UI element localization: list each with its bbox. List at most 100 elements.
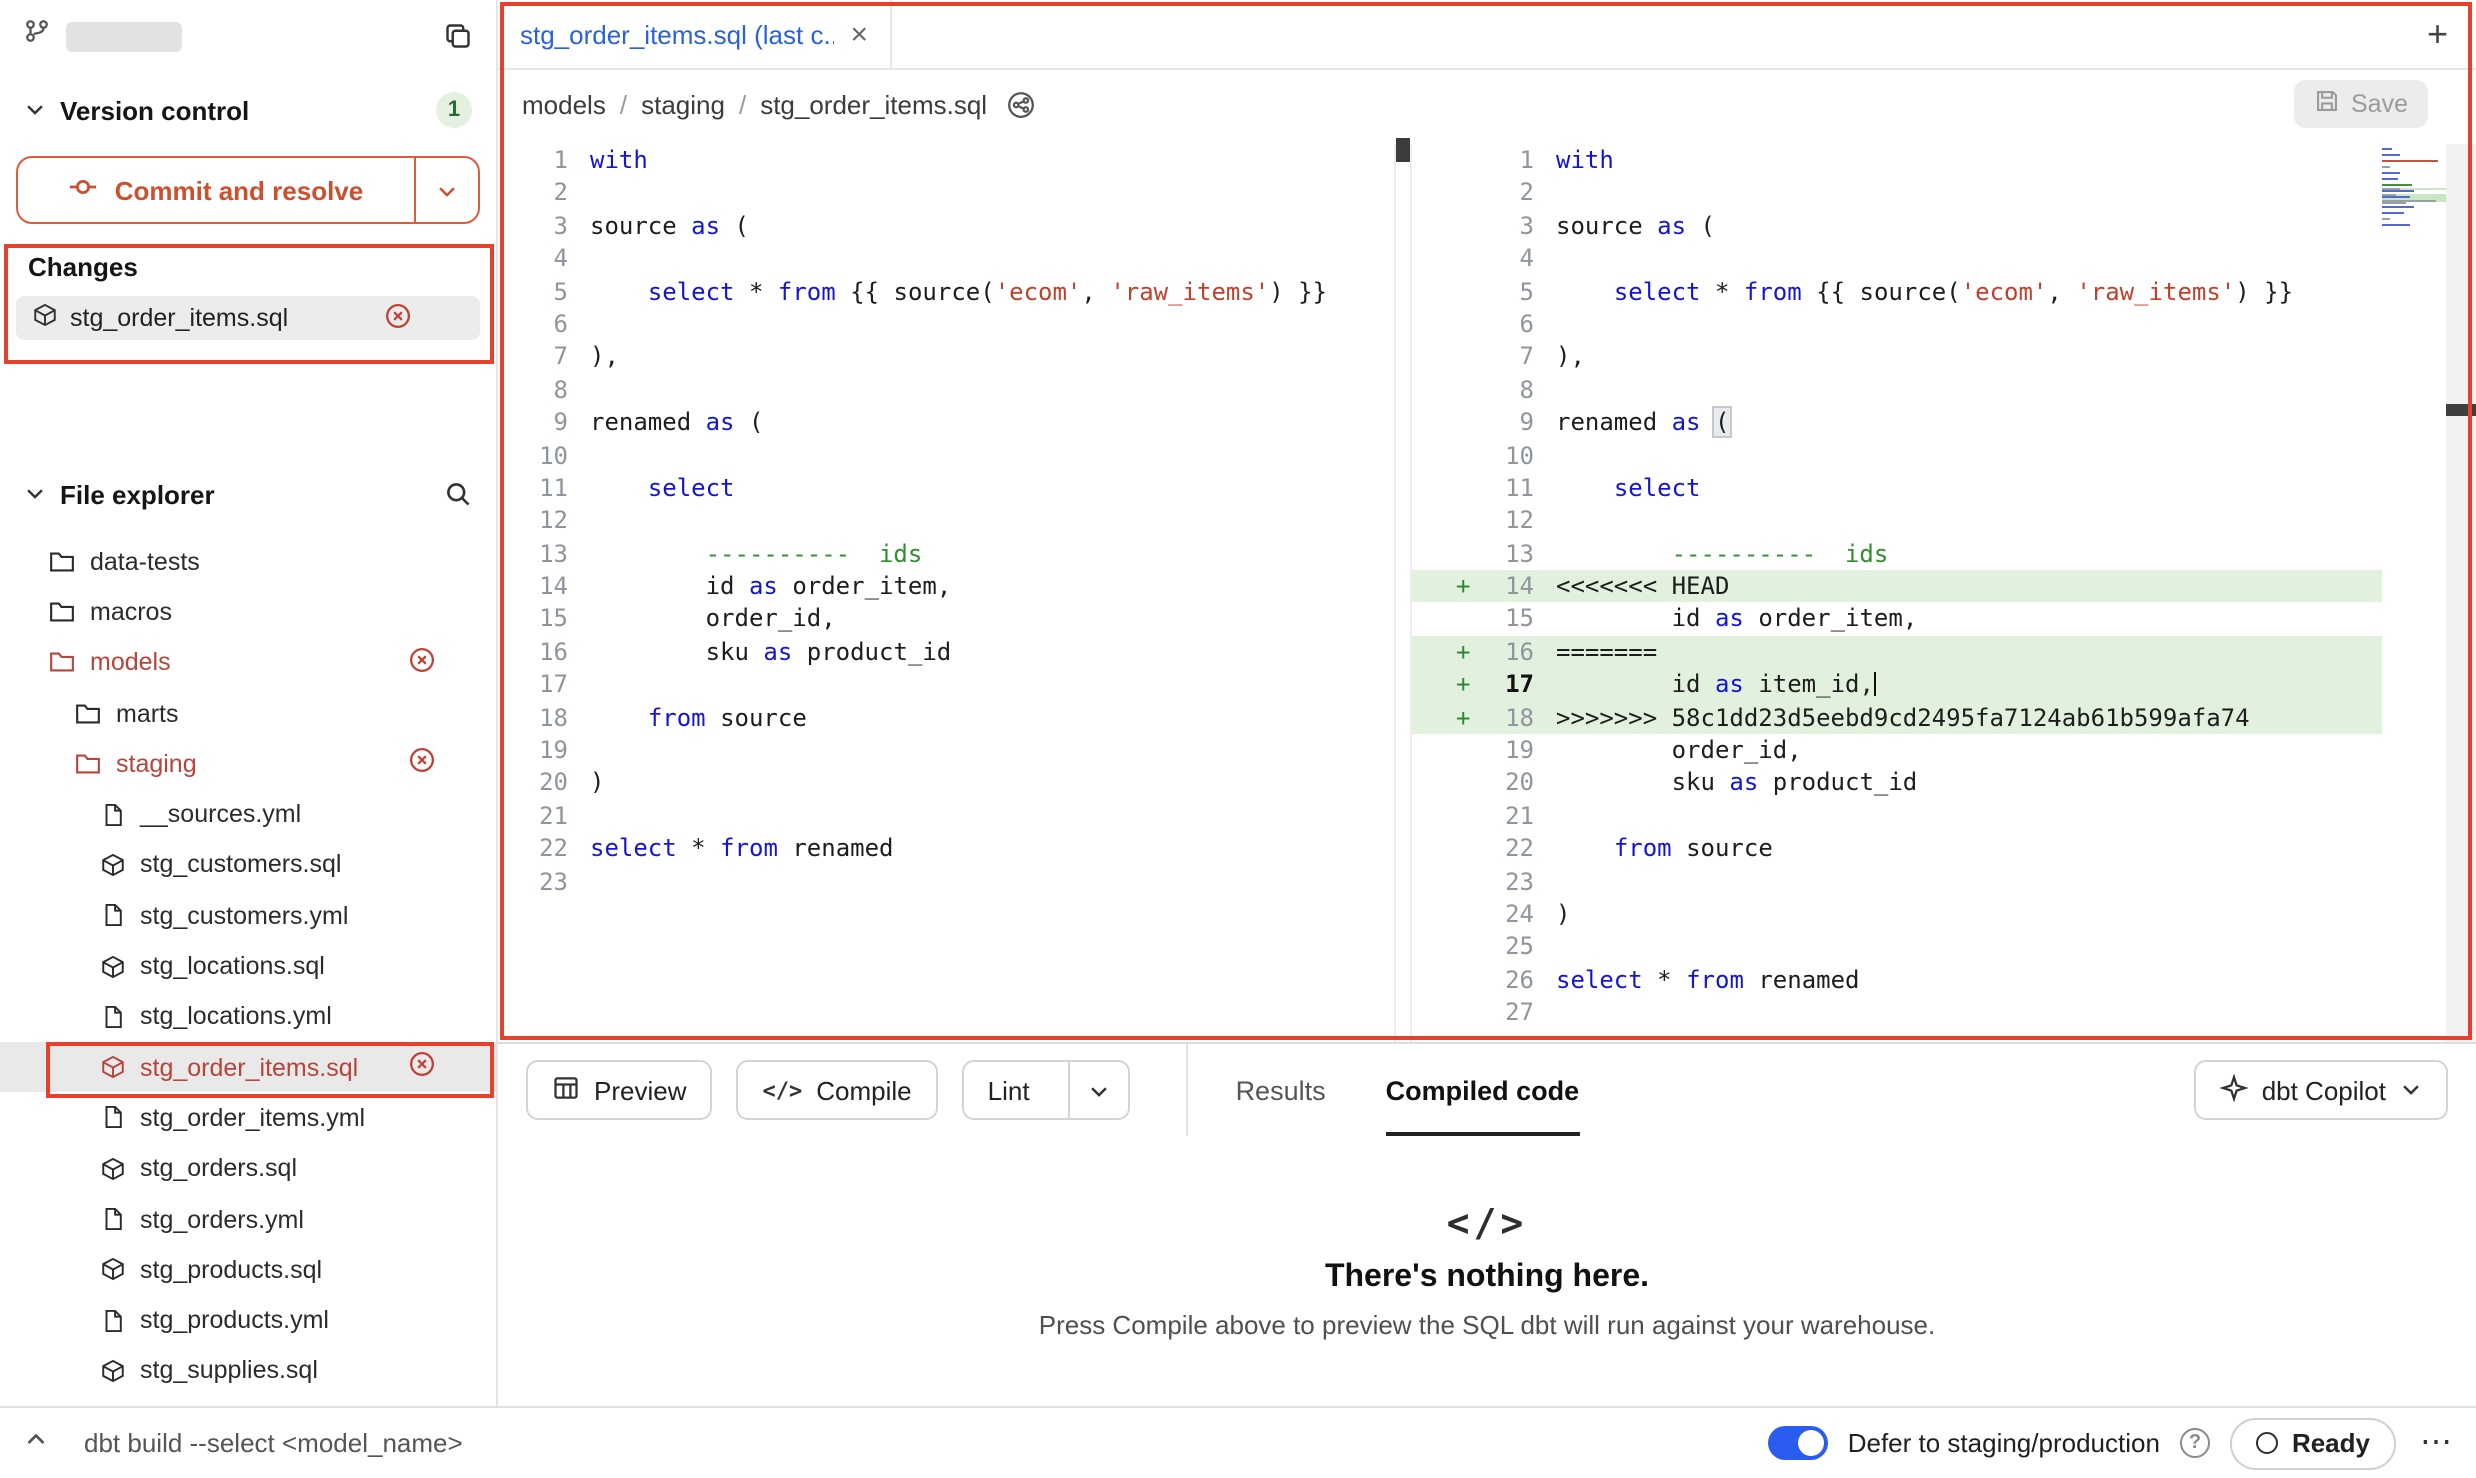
code-line[interactable]: 17 [498,669,1394,702]
ready-status-button[interactable]: Ready [2230,1417,2396,1469]
code-line[interactable]: 19 order_id, [1412,734,2382,767]
save-button[interactable]: Save [2293,80,2428,128]
diff-editor-left-pane[interactable]: 1with23source as (45 select * from {{ so… [498,144,1394,1042]
file-explorer-header[interactable]: File explorer [0,464,496,524]
file-tree-item-models[interactable]: models [0,637,496,688]
code-line[interactable]: 8 [498,373,1394,406]
code-line[interactable]: 21 [1412,800,2382,833]
code-line[interactable]: 26select * from renamed [1412,964,2382,997]
code-line[interactable]: 6 [1412,308,2382,341]
breadcrumb-staging[interactable]: staging [641,89,725,119]
code-line[interactable]: 27 [1412,996,2382,1029]
tab-compiled-code[interactable]: Compiled code [1386,1044,1580,1136]
help-icon[interactable]: ? [2180,1428,2210,1458]
code-line[interactable]: +18>>>>>>> 58c1dd23d5eebd9cd2495fa7124ab… [1412,701,2382,734]
code-line[interactable]: 18 from source [498,701,1394,734]
compile-button[interactable]: </> Compile [737,1060,938,1120]
x-circle-icon[interactable] [408,1050,436,1084]
file-tree-item-staging[interactable]: staging [0,738,496,789]
file-tree-item-stg_order_items.yml[interactable]: stg_order_items.yml [0,1093,496,1144]
code-line[interactable]: 4 [1412,242,2382,275]
code-line[interactable]: 24) [1412,898,2382,931]
minimap[interactable] [2382,144,2446,1042]
commit-and-resolve-button[interactable]: Commit and resolve [16,156,480,224]
tab-stg-order-items[interactable]: stg_order_items.sql (last c... × [498,0,892,68]
code-line[interactable]: 1with [498,144,1394,177]
git-branch-icon[interactable] [24,18,50,54]
file-tree-item-stg_customers.yml[interactable]: stg_customers.yml [0,890,496,941]
code-line[interactable]: 3source as ( [1412,210,2382,243]
code-line[interactable]: 22select * from renamed [498,832,1394,865]
code-line[interactable]: 14 id as order_item, [498,570,1394,603]
changed-file-row[interactable]: stg_order_items.sql [16,296,480,340]
code-line[interactable]: 12 [1412,505,2382,538]
commit-dropdown-caret[interactable] [414,158,478,222]
diff-editor-right-pane[interactable]: 1with23source as (45 select * from {{ so… [1412,144,2382,1042]
pane-separator[interactable] [1394,144,1412,1042]
code-line[interactable]: 23 [1412,865,2382,898]
left-pane-scroll-thumb[interactable] [1396,138,1410,162]
code-line[interactable]: 9renamed as ( [498,406,1394,439]
code-line[interactable]: 4 [498,242,1394,275]
x-circle-icon[interactable] [408,747,436,781]
file-tree-item-stg_locations.yml[interactable]: stg_locations.yml [0,991,496,1042]
code-line[interactable]: 9renamed as ( [1412,406,2382,439]
code-line[interactable]: 3source as ( [498,210,1394,243]
file-tree-item-stg_products.yml[interactable]: stg_products.yml [0,1295,496,1346]
file-tree-item-stg_orders.sql[interactable]: stg_orders.sql [0,1143,496,1194]
defer-toggle[interactable] [1768,1426,1828,1460]
code-line[interactable]: 2 [1412,177,2382,210]
file-tree-item-macros[interactable]: macros [0,587,496,638]
editor-scrollbar[interactable] [2446,144,2476,1042]
command-input[interactable]: dbt build --select <model_name> [84,1428,463,1458]
new-tab-plus-icon[interactable]: + [2427,16,2448,52]
copy-icon[interactable] [444,22,472,50]
file-tree-item-marts[interactable]: marts [0,688,496,739]
code-line[interactable]: 6 [498,308,1394,341]
code-line[interactable]: 21 [498,800,1394,833]
code-line[interactable]: 12 [498,505,1394,538]
code-line[interactable]: 11 select [498,472,1394,505]
code-line[interactable]: 11 select [1412,472,2382,505]
close-icon[interactable]: × [850,19,868,49]
code-line[interactable]: 23 [498,865,1394,898]
code-line[interactable]: 19 [498,734,1394,767]
code-line[interactable]: 1with [1412,144,2382,177]
editor-scrollbar-thumb[interactable] [2446,404,2476,416]
code-line[interactable]: +16======= [1412,636,2382,669]
code-line[interactable]: 20) [498,767,1394,800]
code-line[interactable]: 10 [1412,439,2382,472]
code-line[interactable]: 5 select * from {{ source('ecom', 'raw_i… [498,275,1394,308]
code-line[interactable]: 15 order_id, [498,603,1394,636]
code-line[interactable]: 2 [498,177,1394,210]
lineage-icon[interactable] [1005,89,1035,119]
code-line[interactable]: 5 select * from {{ source('ecom', 'raw_i… [1412,275,2382,308]
code-line[interactable]: 22 from source [1412,832,2382,865]
dbt-copilot-button[interactable]: dbt Copilot [2194,1060,2448,1120]
code-line[interactable]: 25 [1412,931,2382,964]
file-tree-item-stg_products.sql[interactable]: stg_products.sql [0,1244,496,1295]
code-line[interactable]: 7), [1412,341,2382,374]
code-line[interactable]: 10 [498,439,1394,472]
file-tree-item-stg_locations.sql[interactable]: stg_locations.sql [0,941,496,992]
chevron-up-icon[interactable] [24,1428,48,1458]
code-line[interactable]: 20 sku as product_id [1412,767,2382,800]
code-line[interactable]: 15 id as order_item, [1412,603,2382,636]
tab-results[interactable]: Results [1236,1044,1326,1136]
search-icon[interactable] [444,480,472,508]
chevron-down-icon[interactable] [1068,1062,1128,1118]
breadcrumb-models[interactable]: models [522,89,606,119]
code-line[interactable]: +14<<<<<<< HEAD [1412,570,2382,603]
file-tree-item-data-tests[interactable]: data-tests [0,536,496,587]
code-line[interactable]: 8 [1412,373,2382,406]
code-line[interactable]: 16 sku as product_id [498,636,1394,669]
version-control-header[interactable]: Version control 1 [0,80,496,140]
x-circle-icon[interactable] [408,645,436,679]
file-tree-item-__sources.yml[interactable]: __sources.yml [0,789,496,840]
breadcrumb-file[interactable]: stg_order_items.sql [760,89,987,119]
file-tree-item-stg_orders.yml[interactable]: stg_orders.yml [0,1194,496,1245]
x-circle-icon[interactable] [384,301,412,335]
file-tree-item-stg_order_items.sql[interactable]: stg_order_items.sql [0,1042,496,1093]
code-line[interactable]: 13 ---------- ids [498,537,1394,570]
ellipsis-icon[interactable]: ⋯ [2420,1427,2452,1459]
